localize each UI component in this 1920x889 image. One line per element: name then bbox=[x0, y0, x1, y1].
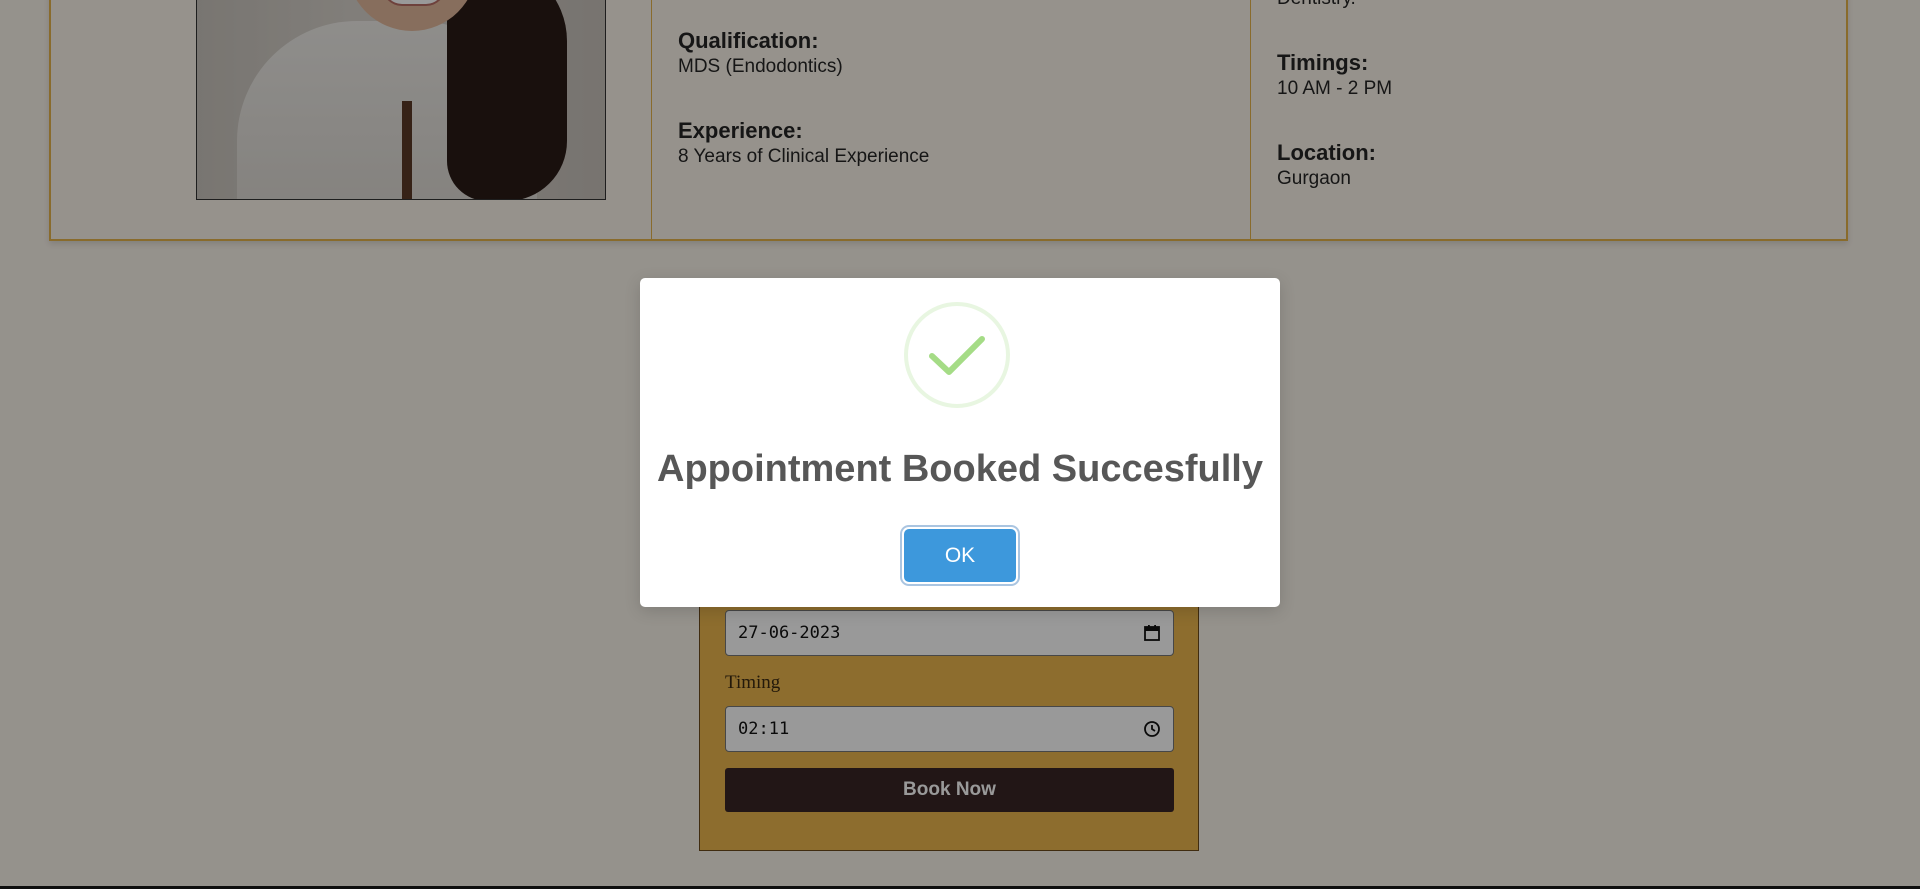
checkmark-icon bbox=[904, 302, 1010, 408]
dialog-title: Appointment Booked Succesfully bbox=[657, 448, 1263, 490]
ok-button[interactable]: OK bbox=[904, 529, 1016, 582]
success-dialog: Appointment Booked Succesfully OK bbox=[640, 278, 1280, 607]
